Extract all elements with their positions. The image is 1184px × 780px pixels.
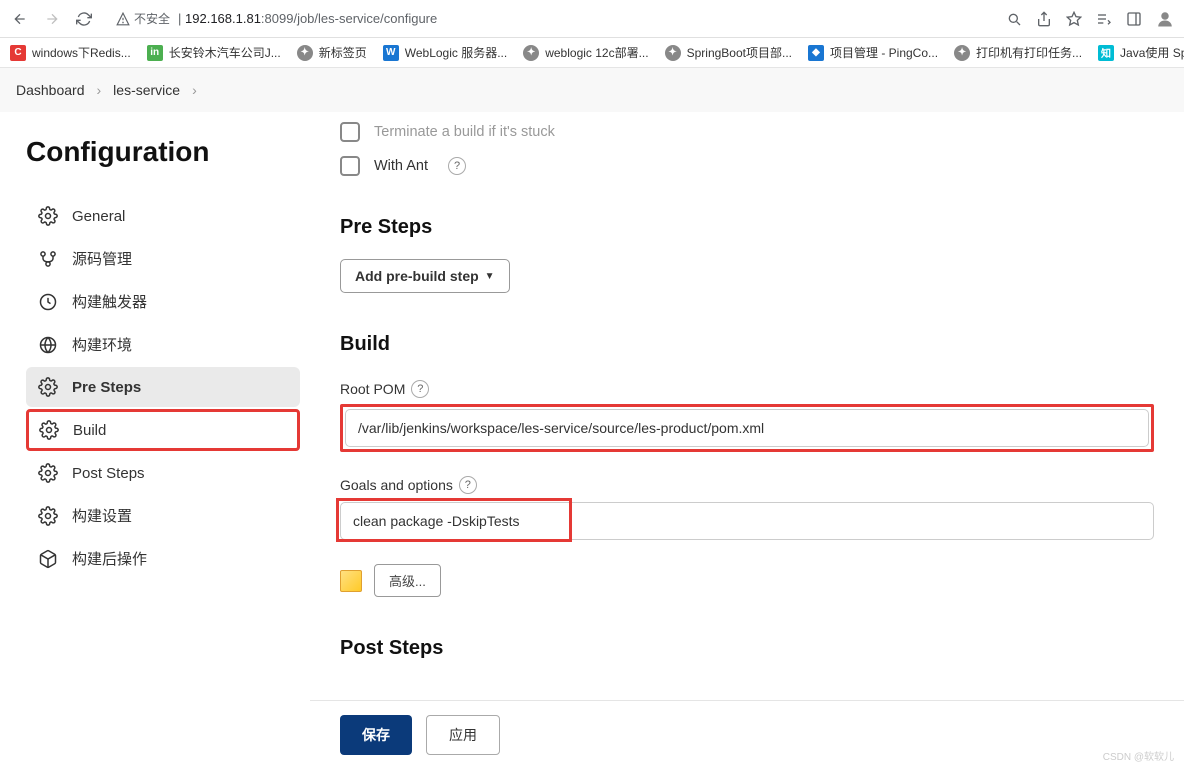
gear-icon	[38, 463, 58, 483]
apply-button[interactable]: 应用	[426, 715, 500, 755]
content: Terminate a build if it's stuck With Ant…	[310, 112, 1184, 780]
chevron-right-icon: ›	[192, 82, 197, 98]
breadcrumb-link[interactable]: Dashboard	[16, 82, 85, 98]
section-build: Build	[340, 333, 1154, 356]
sidebar-item-build-settings[interactable]: 构建设置	[26, 495, 300, 536]
security-indicator[interactable]: 不安全	[116, 10, 170, 27]
bookmark-item[interactable]: ✦打印机有打印任务...	[954, 44, 1082, 61]
sidebar-item-label: 构建触发器	[72, 291, 147, 312]
section-pre-steps: Pre Steps	[340, 216, 1154, 239]
bookmark-icon: ✦	[954, 45, 970, 61]
reload-button[interactable]	[74, 9, 94, 29]
bookmark-icon: C	[10, 45, 26, 61]
sidebar-item-label: General	[72, 208, 125, 225]
checkbox-label: With Ant	[374, 158, 428, 174]
url-bar[interactable]: 不安全 | 192.168.1.81:8099/job/les-service/…	[106, 6, 994, 31]
bookmark-icon: W	[383, 45, 399, 61]
sidebar-item-label: Pre Steps	[72, 379, 141, 396]
bookmark-item[interactable]: WWebLogic 服务器...	[383, 44, 507, 61]
checkbox-with-ant-row: With Ant ?	[340, 156, 1154, 176]
help-icon[interactable]: ?	[411, 380, 429, 398]
checkbox-terminate-row: Terminate a build if it's stuck	[340, 122, 1154, 142]
sidebar-item-scm[interactable]: 源码管理	[26, 238, 300, 279]
bookmark-icon: 知	[1098, 45, 1114, 61]
chevron-right-icon: ›	[97, 82, 102, 98]
goals-input[interactable]	[340, 502, 1154, 540]
panel-icon[interactable]	[1126, 11, 1142, 27]
warning-icon	[116, 12, 130, 26]
browser-toolbar: 不安全 | 192.168.1.81:8099/job/les-service/…	[0, 0, 1184, 38]
gear-icon	[38, 377, 58, 397]
goals-label: Goals and options ?	[340, 476, 1154, 494]
gear-icon	[39, 420, 59, 440]
watermark: CSDN @软软儿	[1103, 748, 1174, 763]
gear-icon	[38, 506, 58, 526]
bookmark-item[interactable]: 知Java使用 Springbo...	[1098, 44, 1184, 61]
advanced-button[interactable]: 高级...	[374, 564, 441, 597]
add-pre-build-button[interactable]: Add pre-build step ▼	[340, 259, 510, 293]
security-text: 不安全	[134, 10, 170, 27]
root-pom-input[interactable]	[345, 409, 1149, 447]
checkbox-terminate[interactable]	[340, 122, 360, 142]
forward-button[interactable]	[42, 9, 62, 29]
sidebar-item-label: Build	[73, 422, 106, 439]
url-text: | 192.168.1.81:8099/job/les-service/conf…	[178, 11, 437, 26]
save-button[interactable]: 保存	[340, 715, 412, 755]
bookmark-icon: in	[147, 45, 163, 61]
sidebar-item-pre-steps[interactable]: Pre Steps	[26, 367, 300, 407]
sidebar-item-label: Post Steps	[72, 465, 145, 482]
gear-icon	[38, 206, 58, 226]
sidebar: Configuration General 源码管理 构建触发器 构建环境 Pr…	[0, 112, 310, 780]
side-nav: General 源码管理 构建触发器 构建环境 Pre Steps Build	[26, 196, 300, 579]
help-icon[interactable]: ?	[459, 476, 477, 494]
footer: 保存 应用	[310, 700, 1184, 769]
checkbox-with-ant[interactable]	[340, 156, 360, 176]
bookmark-item[interactable]: ✦SpringBoot项目部...	[665, 44, 792, 61]
sidebar-item-environment[interactable]: 构建环境	[26, 324, 300, 365]
bookmark-item[interactable]: ✦新标签页	[297, 44, 367, 61]
sidebar-item-label: 构建设置	[72, 505, 132, 526]
notepad-icon	[340, 570, 362, 592]
sidebar-item-post-steps[interactable]: Post Steps	[26, 453, 300, 493]
share-icon[interactable]	[1036, 11, 1052, 27]
branch-icon	[38, 249, 58, 269]
list-icon[interactable]	[1096, 11, 1112, 27]
checkbox-label: Terminate a build if it's stuck	[374, 124, 555, 140]
bookmark-item[interactable]: ✦weblogic 12c部署...	[523, 44, 648, 61]
package-icon	[38, 549, 58, 569]
sidebar-item-label: 源码管理	[72, 248, 132, 269]
star-icon[interactable]	[1066, 11, 1082, 27]
sidebar-item-general[interactable]: General	[26, 196, 300, 236]
caret-down-icon: ▼	[485, 271, 495, 282]
bookmark-item[interactable]: in长安铃木汽车公司J...	[147, 44, 281, 61]
globe-icon	[38, 335, 58, 355]
toolbar-icons	[1006, 10, 1174, 28]
sidebar-item-label: 构建后操作	[72, 548, 147, 569]
sidebar-item-build[interactable]: Build	[26, 409, 300, 451]
sidebar-item-triggers[interactable]: 构建触发器	[26, 281, 300, 322]
help-icon[interactable]: ?	[448, 157, 466, 175]
advanced-row: 高级...	[340, 564, 1154, 597]
section-post-steps: Post Steps	[340, 637, 1154, 660]
bookmark-item[interactable]: Cwindows下Redis...	[10, 44, 131, 61]
bookmarks-bar: Cwindows下Redis... in长安铃木汽车公司J... ✦新标签页 W…	[0, 38, 1184, 68]
breadcrumb-link[interactable]: les-service	[113, 82, 180, 98]
search-icon[interactable]	[1006, 11, 1022, 27]
bookmark-icon: ◆	[808, 45, 824, 61]
sidebar-item-label: 构建环境	[72, 334, 132, 355]
profile-icon[interactable]	[1156, 10, 1174, 28]
clock-icon	[38, 292, 58, 312]
back-button[interactable]	[10, 9, 30, 29]
bookmark-icon: ✦	[665, 45, 681, 61]
bookmark-icon: ✦	[523, 45, 539, 61]
root-pom-label: Root POM ?	[340, 380, 1154, 398]
bookmark-item[interactable]: ◆项目管理 - PingCo...	[808, 44, 938, 61]
breadcrumb: Dashboard › les-service ›	[0, 68, 1184, 112]
page-title: Configuration	[26, 136, 300, 168]
sidebar-item-post-build[interactable]: 构建后操作	[26, 538, 300, 579]
bookmark-icon: ✦	[297, 45, 313, 61]
